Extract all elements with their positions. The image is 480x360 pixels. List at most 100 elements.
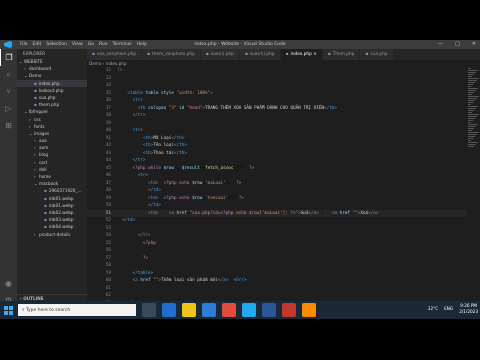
- tree-item[interactable]: ▪ lookout.php: [17, 87, 87, 94]
- account-icon[interactable]: ◉: [0, 275, 17, 292]
- line-number: 59: [105, 270, 111, 276]
- php-file-icon: ▪: [34, 87, 37, 93]
- tree-item[interactable]: › home: [17, 173, 87, 180]
- vscode-taskbar-icon[interactable]: [242, 303, 256, 317]
- tree-item[interactable]: › dashboard: [17, 65, 87, 72]
- store-icon[interactable]: [202, 303, 216, 317]
- tree-item[interactable]: › css: [17, 116, 87, 123]
- line-number: 49: [105, 195, 111, 201]
- chrome-icon[interactable]: [222, 303, 236, 317]
- tree-item[interactable]: ⌄macbook: [17, 180, 87, 187]
- image-file-icon: ▪: [44, 195, 47, 201]
- tab-label: sua(m).php: [249, 52, 275, 57]
- tree-item[interactable]: ▪ mb04.webp: [17, 223, 87, 230]
- minimap-line: [468, 98, 477, 99]
- file-explorer-icon[interactable]: [182, 303, 196, 317]
- code-text: <tr>: [137, 173, 149, 178]
- minimap-line: [468, 90, 476, 91]
- source-control-icon[interactable]: ⑂: [0, 83, 17, 100]
- tab-them-php[interactable]: ▪ Them.php: [322, 49, 361, 60]
- tab-index-php[interactable]: ▪ index.php ×: [280, 49, 323, 60]
- code-editor[interactable]: 32 ?> 33 34 35 <table table style="width: 10…: [87, 67, 467, 313]
- weather[interactable]: 32°C: [428, 306, 438, 311]
- system-tray: 32°C ENG 9:26 PM 2/1/2023: [428, 303, 478, 314]
- minimap-line: [468, 130, 472, 131]
- code-line: 55 <?php: [87, 240, 467, 248]
- file-tree: ⌄WEBSITE › dashboard ⌄Demo ▪ index.php ▪ lookou…: [17, 58, 87, 238]
- line-number: 60: [105, 278, 111, 283]
- window-control-1[interactable]: □: [455, 41, 460, 47]
- tree-item[interactable]: ⌄images: [17, 130, 87, 137]
- line-number: 35: [105, 90, 111, 96]
- code-line: 37 <th colspan="3" id="head">TRANG THÊM …: [87, 105, 467, 113]
- extensions-icon[interactable]: ⊞: [0, 117, 17, 134]
- tab-sua-php[interactable]: ▪ sua.php: [360, 49, 394, 60]
- minimap-line: [468, 102, 473, 103]
- code-line: 42 <th>Tên loại</th>: [87, 142, 467, 150]
- clock[interactable]: 9:26 PM 2/1/2023: [459, 303, 478, 314]
- minimap[interactable]: [467, 67, 480, 310]
- php-file-icon: ▪: [365, 52, 369, 57]
- explorer-header: EXPLORER: [23, 51, 45, 56]
- tree-item[interactable]: › cart: [17, 159, 87, 166]
- tree-item[interactable]: › product-details: [17, 231, 87, 238]
- task-view-icon[interactable]: [142, 303, 156, 317]
- code-text: <table table style="width: 100%">: [127, 90, 213, 96]
- tab-label: sua.php: [370, 52, 388, 57]
- minimap-line: [468, 116, 477, 117]
- outline-section[interactable]: › OUTLINE: [17, 294, 87, 301]
- xampp-icon[interactable]: [302, 303, 316, 317]
- tree-item[interactable]: › aom: [17, 144, 87, 151]
- tree-item[interactable]: ▪ mb01.webp: [17, 202, 87, 209]
- code-line: 33: [87, 75, 467, 83]
- tree-item[interactable]: ▪ mb01.webp: [17, 195, 87, 202]
- vscode-window: File Edit Selection View Go Run Terminal Help i…: [0, 40, 480, 319]
- tree-item[interactable]: › fonts: [17, 123, 87, 130]
- tree-item[interactable]: ⌄WEBSITE: [17, 58, 87, 65]
- tree-item[interactable]: ▪ them.php: [17, 101, 87, 108]
- filezilla-icon[interactable]: [282, 303, 296, 317]
- window-control-0[interactable]: —: [438, 41, 443, 47]
- tree-item[interactable]: ⌄Demo: [17, 72, 87, 79]
- edge-icon[interactable]: [162, 303, 176, 317]
- tree-item[interactable]: ▪ mb02.webp: [17, 209, 87, 216]
- tree-item[interactable]: ▪ sua.php: [17, 94, 87, 101]
- tree-item-label: lookout.php: [38, 87, 64, 93]
- php-file-icon: ▪: [34, 80, 37, 86]
- line-number: 46: [105, 173, 111, 178]
- line-number: 61: [105, 285, 111, 291]
- minimap-line: [468, 110, 474, 111]
- title-bar: File Edit Selection View Go Run Terminal Help i…: [0, 40, 480, 49]
- line-number: 43: [105, 150, 111, 156]
- tree-item[interactable]: › aoa: [17, 137, 87, 144]
- line-number: 44: [105, 158, 111, 163]
- tree-item[interactable]: › blog: [17, 151, 87, 158]
- tree-item[interactable]: ▪ index.php: [17, 79, 87, 87]
- tab-sua-m--php[interactable]: ▪ sua(m).php: [240, 49, 281, 60]
- code-text: <td> <a href="sua.php?id=<?php echo $row…: [148, 210, 379, 216]
- tree-item[interactable]: › dell: [17, 166, 87, 173]
- start-button[interactable]: [0, 301, 16, 319]
- code-line: 50 </td>: [87, 202, 467, 210]
- tab-sua-n--php[interactable]: ▪ sua(n).php: [200, 49, 241, 60]
- close-icon[interactable]: ×: [312, 52, 317, 57]
- tree-item[interactable]: ▪ mb03.webp: [17, 216, 87, 223]
- tab-them-sanpham-php[interactable]: ▪ them_sanpham.php: [142, 49, 201, 60]
- search-icon[interactable]: ⌕: [0, 66, 17, 83]
- taskbar-search[interactable]: ⌕ Type here to search: [18, 304, 136, 316]
- tree-item-label: product-details: [39, 231, 71, 237]
- line-number: 36: [105, 98, 111, 103]
- run-debug-icon[interactable]: ▷: [0, 100, 17, 117]
- code-text: <?php while($row = $result->fetch_assoc(…: [132, 165, 255, 171]
- code-text: <?php: [142, 240, 156, 246]
- tree-item[interactable]: ⌄lbfrepper: [17, 108, 87, 115]
- tree-item-label: sua.php: [38, 94, 56, 100]
- files-icon[interactable]: ❐: [0, 49, 17, 66]
- window-title: index.php - Website - Visual Studio Code: [194, 42, 286, 47]
- tree-item-label: mb04.webp: [48, 224, 74, 230]
- tab-xoa-sanpham-php[interactable]: ▪ xoa_sanpham.php: [87, 49, 143, 60]
- word-icon[interactable]: [262, 303, 276, 317]
- tree-item[interactable]: ▪ 2960371926_...: [17, 187, 87, 194]
- language-indicator[interactable]: ENG: [444, 306, 453, 311]
- window-control-2[interactable]: ✕: [472, 41, 476, 47]
